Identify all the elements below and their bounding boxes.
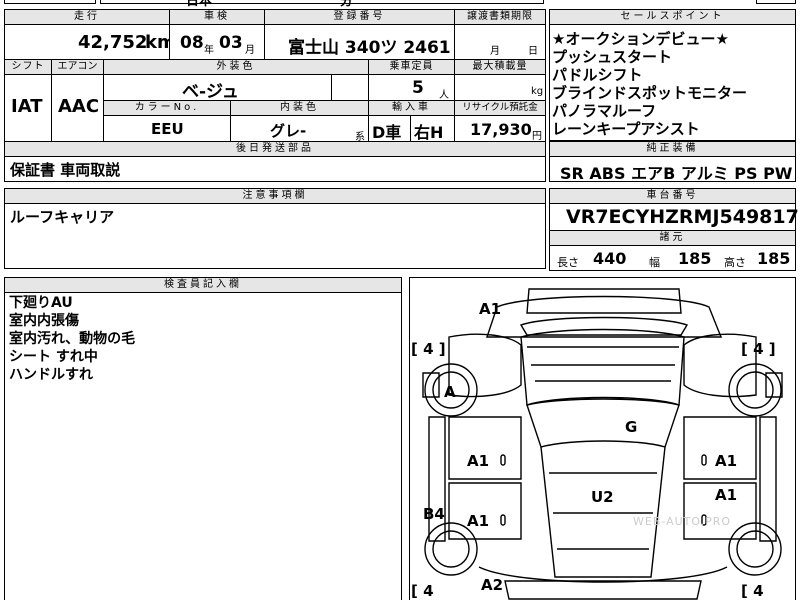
shift-value: IAT — [11, 96, 43, 117]
inspection-year: 08 — [180, 33, 204, 53]
header-dimensions: 諸元 — [549, 230, 796, 246]
length-value: 440 — [593, 249, 627, 268]
damage-interior: U2 — [591, 488, 614, 506]
recycle-unit: 円 — [532, 131, 542, 142]
tire-bracket-front-left: [ 4 ] — [411, 340, 446, 358]
tire-bracket-front-right: [ 4 ] — [741, 340, 776, 358]
height-value: 185 — [757, 249, 791, 268]
tire-bracket-rear-left: [ 4 — [411, 582, 434, 600]
inspection-month: 03 — [219, 33, 243, 53]
inspection-year-unit: 年 — [204, 45, 214, 56]
inspector-note: シート すれ中 — [9, 349, 98, 365]
sales-point-item: ブラインドスポットモニター — [552, 84, 748, 102]
header-mileage: 走行 — [4, 9, 170, 25]
car-diagram — [422, 288, 783, 600]
header-interior-color: 内装色 — [230, 100, 369, 116]
header-color-no: カラーNo. — [103, 100, 231, 116]
sales-points-list: ★オークションデビュー★ プッシュスタート パドルシフト ブラインドスポットモニ… — [552, 30, 747, 138]
deadline-month-unit: 月 — [490, 46, 500, 57]
width-label: 幅 — [649, 256, 660, 269]
header-transfer-deadline: 譲渡書類期限 — [454, 9, 546, 25]
registration-value: 富士山 340ツ 2461 — [288, 38, 451, 58]
chassis-no-value: VR7ECYHZRMJ549817 — [566, 206, 799, 228]
sales-point-item: パドルシフト — [552, 66, 643, 84]
header-cautions: 注意事項欄 — [4, 188, 546, 204]
exterior-color-value: ベ-ジュ — [182, 82, 239, 102]
top-partial-left — [4, 0, 96, 4]
header-aircon: エアコン — [51, 59, 104, 75]
capacity-value: 5 — [412, 78, 424, 98]
top-partial-right — [756, 0, 796, 4]
width-value: 185 — [678, 249, 712, 268]
sales-point-item: ★オークションデビュー★ — [552, 30, 729, 48]
damage-rear-left-fender: B4 — [423, 505, 445, 523]
header-inspector: 検査員記入欄 — [4, 277, 402, 293]
exterior-color-sub — [331, 74, 369, 101]
header-genuine-equipment: 純正装備 — [549, 141, 796, 157]
header-registration: 登録番号 — [264, 9, 455, 25]
header-import: 輸入車 — [368, 100, 455, 116]
damage-roof: G — [625, 418, 638, 436]
deadline-day-unit: 日 — [528, 46, 538, 57]
header-chassis-no: 車台番号 — [549, 188, 796, 204]
capacity-unit: 人 — [439, 90, 449, 101]
sales-point-item: プッシュスタート — [552, 48, 673, 66]
steering-value: 右H — [414, 123, 444, 142]
deferred-items-value: 保証書 車両取説 — [10, 161, 121, 179]
inspector-note: 室内汚れ、動物の毛 — [9, 331, 136, 347]
max-load-unit: kg — [531, 86, 544, 97]
inspection-month-unit: 月 — [245, 45, 255, 56]
inspector-note: ハンドルすれ — [9, 367, 93, 383]
header-inspection: 車検 — [169, 9, 265, 25]
header-recycle: リサイクル預託金 — [454, 100, 546, 116]
length-label: 長さ — [557, 256, 579, 269]
top-partial-left-text: 日本 — [186, 0, 213, 9]
damage-door-rear-right: A1 — [715, 486, 738, 504]
damage-rear-bumper: A2 — [481, 576, 504, 594]
inspector-note: 下廻りAU — [9, 295, 73, 311]
header-deferred-items: 後日発送部品 — [4, 141, 546, 157]
damage-door-front-left: A1 — [467, 452, 490, 470]
aircon-value: AAC — [58, 96, 100, 117]
drive-side-value: D車 — [372, 123, 402, 142]
damage-roof-front: A1 — [479, 300, 502, 318]
sales-point-item: レーンキープアシスト — [552, 120, 700, 138]
header-shift: シフト — [4, 59, 52, 75]
recycle-value: 17,930 — [470, 120, 532, 139]
height-label: 高さ — [724, 256, 746, 269]
watermark: WEB-AUTO.PRO — [633, 515, 732, 528]
header-sales-points: セールスポイント — [549, 9, 796, 25]
genuine-equipment-value: SR ABS エアB アルミ PS PW — [560, 164, 793, 183]
inspector-note: 室内内張傷 — [9, 313, 79, 329]
damage-door-rear-left: A1 — [467, 512, 490, 530]
inspector-notes-list: 下廻りAU 室内内張傷 室内汚れ、動物の毛 シート すれ中 ハンドルすれ — [9, 294, 135, 384]
header-exterior-color: 外装色 — [103, 59, 369, 75]
tire-bracket-rear-right: [ 4 — [741, 582, 764, 600]
damage-front-left-wheel: A — [444, 383, 456, 401]
interior-color-value: グレ- — [270, 122, 307, 140]
mileage-value: 42,752 — [78, 32, 148, 53]
header-capacity: 乗車定員 — [368, 59, 455, 75]
cautions-value: ルーフキャリア — [10, 208, 115, 226]
damage-door-front-right: A1 — [715, 452, 738, 470]
header-max-load: 最大積載量 — [454, 59, 546, 75]
color-no-value: EEU — [151, 120, 184, 138]
top-partial-mid — [100, 0, 544, 4]
sales-point-item: パノラマルーフ — [552, 102, 657, 120]
top-partial-right-text: 分 — [340, 0, 354, 9]
